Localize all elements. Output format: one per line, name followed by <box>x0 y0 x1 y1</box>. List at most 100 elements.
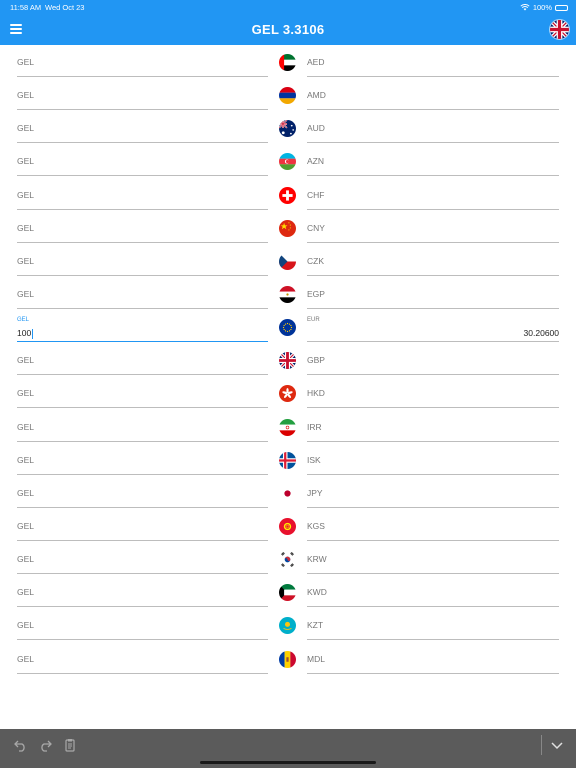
gel-input-field[interactable]: GEL <box>17 178 268 210</box>
currency-field-aed[interactable]: AED <box>307 45 559 77</box>
currency-code-label: CHF <box>307 189 325 200</box>
redo-icon[interactable] <box>38 738 52 752</box>
kazakhstan-flag-icon <box>279 617 296 635</box>
gel-field-label: GEL <box>17 587 35 598</box>
currency-field-mdl[interactable]: MDL <box>307 642 559 674</box>
currency-code-label: EGP <box>307 288 325 299</box>
korea-flag-icon <box>279 551 296 569</box>
gel-input-field[interactable]: GEL <box>17 410 268 442</box>
gel-field-label: GEL <box>17 123 35 134</box>
gel-field-label: GEL <box>17 189 35 200</box>
currency-code-label: KZT <box>307 620 324 631</box>
gel-field-label: GEL <box>17 454 35 465</box>
currency-code-label: AED <box>307 57 325 67</box>
currency-code-label: ISK <box>307 454 321 465</box>
currency-field-cny[interactable]: CNY <box>307 211 559 243</box>
toolbar-divider <box>541 735 542 755</box>
gel-field-label: GEL <box>17 90 35 101</box>
gel-input-field[interactable]: GEL <box>17 111 268 144</box>
armenia-flag-icon <box>279 87 296 105</box>
gel-field-label: GEL <box>17 156 35 167</box>
wifi-icon <box>520 4 530 11</box>
gel-input-field[interactable]: GEL <box>17 144 268 177</box>
currency-row: GEL KZT <box>0 608 576 641</box>
battery-icon <box>555 4 568 11</box>
chevron-down-icon[interactable] <box>550 738 564 752</box>
currency-row: GEL KWD <box>0 575 576 608</box>
gel-field-label: GEL <box>17 57 35 67</box>
currency-field-jpy[interactable]: JPY <box>307 476 559 508</box>
currency-field-irr[interactable]: IRR <box>307 410 559 442</box>
currency-field-egp[interactable]: EGP <box>307 277 559 309</box>
currency-field-kgs[interactable]: KGS <box>307 509 559 541</box>
azerbaijan-flag-icon <box>279 153 296 171</box>
status-bar: 11:58 AM Wed Oct 23 100% <box>0 0 576 14</box>
gel-amount-value: 100 <box>17 328 34 339</box>
currency-field-kwd[interactable]: KWD <box>307 575 559 608</box>
currency-field-chf[interactable]: CHF <box>307 178 559 210</box>
czech-flag-icon <box>279 252 296 270</box>
gel-input-field[interactable]: GEL <box>17 642 268 674</box>
currency-field-isk[interactable]: ISK <box>307 443 559 475</box>
switzerland-flag-icon <box>279 186 296 204</box>
text-caret <box>32 328 34 339</box>
gel-input-field[interactable]: GEL <box>17 244 268 276</box>
currency-field-amd[interactable]: AMD <box>307 78 559 111</box>
gel-input-field[interactable]: GEL <box>17 45 268 77</box>
gel-input-field[interactable]: GEL <box>17 443 268 475</box>
gel-field-label: GEL <box>17 355 35 366</box>
gel-field-label: GEL <box>17 487 35 498</box>
gel-field-label: GEL <box>17 554 35 565</box>
kyrgyzstan-flag-icon <box>279 517 296 535</box>
status-date: Wed Oct 23 <box>45 3 85 12</box>
moldova-flag-icon <box>279 650 296 668</box>
gel-field-label: GEL <box>17 288 35 299</box>
uk-flag-icon[interactable] <box>549 19 570 40</box>
kuwait-flag-icon <box>279 584 296 602</box>
gel-input-field[interactable]: GEL <box>17 376 268 409</box>
currency-row: GEL ISK <box>0 443 576 476</box>
currency-field-kzt[interactable]: KZT <box>307 608 559 641</box>
currency-row: GEL CNY <box>0 211 576 244</box>
gel-input-field[interactable]: GEL 100 <box>17 310 268 343</box>
currency-field-aud[interactable]: AUD <box>307 111 559 144</box>
currency-code-label: MDL <box>307 653 325 664</box>
gel-input-field[interactable]: GEL <box>17 542 268 575</box>
uk-flag-icon <box>279 352 296 370</box>
currency-code-label: CZK <box>307 255 324 266</box>
gel-input-field[interactable]: GEL <box>17 476 268 508</box>
currency-row: GEL IRR <box>0 410 576 443</box>
currency-code-label: IRR <box>307 421 322 432</box>
currency-code-label: KGS <box>307 520 325 531</box>
currency-field-krw[interactable]: KRW <box>307 542 559 575</box>
status-right: 100% <box>520 3 568 12</box>
home-indicator <box>200 761 376 764</box>
currency-row: GEL CZK <box>0 244 576 277</box>
currency-row: GEL HKD <box>0 376 576 409</box>
currency-field-czk[interactable]: CZK <box>307 244 559 276</box>
gel-input-field[interactable]: GEL <box>17 211 268 243</box>
gel-input-field[interactable]: GEL <box>17 277 268 309</box>
paste-icon[interactable] <box>63 738 77 752</box>
undo-icon[interactable] <box>14 738 28 752</box>
japan-flag-icon <box>279 484 296 502</box>
currency-field-hkd[interactable]: HKD <box>307 376 559 409</box>
gel-input-field[interactable]: GEL <box>17 575 268 608</box>
currency-row: GEL 100 EUR 30.20600 <box>0 310 576 343</box>
gel-field-label: GEL <box>17 222 35 233</box>
currency-code-label: EUR <box>307 317 320 324</box>
china-flag-icon <box>279 219 296 237</box>
currency-field-gbp[interactable]: GBP <box>307 343 559 376</box>
currency-row: GEL AUD <box>0 111 576 144</box>
gel-input-field[interactable]: GEL <box>17 608 268 641</box>
gel-input-field[interactable]: GEL <box>17 78 268 111</box>
gel-input-field[interactable]: GEL <box>17 343 268 376</box>
currency-field-eur[interactable]: EUR 30.20600 <box>307 310 559 343</box>
currency-row: GEL CHF <box>0 178 576 211</box>
app-header: 11:58 AM Wed Oct 23 100% GEL 3.3106 <box>0 0 576 45</box>
currency-code-label: AZN <box>307 156 324 167</box>
currency-code-label: AMD <box>307 90 326 101</box>
currency-field-azn[interactable]: AZN <box>307 144 559 177</box>
eu-flag-icon <box>279 319 296 337</box>
gel-input-field[interactable]: GEL <box>17 509 268 541</box>
